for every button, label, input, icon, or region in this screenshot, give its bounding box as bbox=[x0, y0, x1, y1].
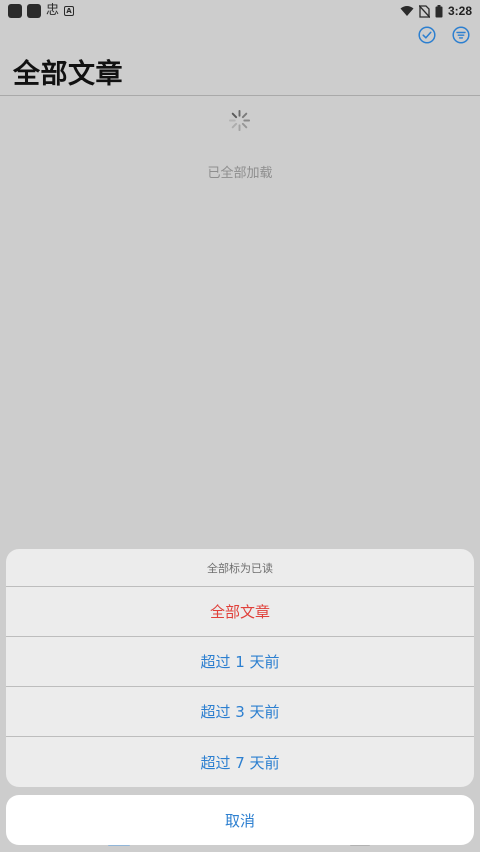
action-sheet: 全部标为已读 全部文章 超过 1 天前 超过 3 天前 超过 7 天前 bbox=[6, 549, 474, 787]
status-bar-left: 忠 A bbox=[8, 3, 75, 18]
page-title: 全部文章 bbox=[13, 59, 123, 90]
app-notification-icon bbox=[8, 4, 22, 18]
app-notification-icon bbox=[27, 4, 41, 18]
status-bar: 忠 A 3:28 bbox=[0, 0, 480, 22]
header-divider bbox=[0, 95, 480, 96]
battery-icon bbox=[435, 4, 443, 17]
status-bar-right: 3:28 bbox=[400, 4, 472, 18]
loading-status-text: 已全部加载 bbox=[207, 166, 273, 181]
check-circle-icon[interactable] bbox=[418, 26, 436, 44]
action-sheet-title: 全部标为已读 bbox=[6, 549, 474, 587]
no-sim-icon bbox=[418, 4, 430, 18]
option-older-than-7-days[interactable]: 超过 7 天前 bbox=[6, 737, 474, 787]
option-all-articles[interactable]: 全部文章 bbox=[6, 587, 474, 637]
option-older-than-1-day[interactable]: 超过 1 天前 bbox=[6, 637, 474, 687]
wifi-icon bbox=[400, 6, 414, 16]
filter-icon[interactable] bbox=[452, 26, 470, 44]
loading-spinner-icon bbox=[228, 109, 251, 132]
cancel-button[interactable]: 取消 bbox=[6, 795, 474, 845]
header-actions bbox=[418, 26, 470, 44]
status-time: 3:28 bbox=[447, 4, 472, 18]
option-older-than-3-days[interactable]: 超过 3 天前 bbox=[6, 687, 474, 737]
notification-small-icon: A bbox=[64, 6, 75, 16]
notification-glyph-icon: 忠 bbox=[46, 3, 60, 18]
